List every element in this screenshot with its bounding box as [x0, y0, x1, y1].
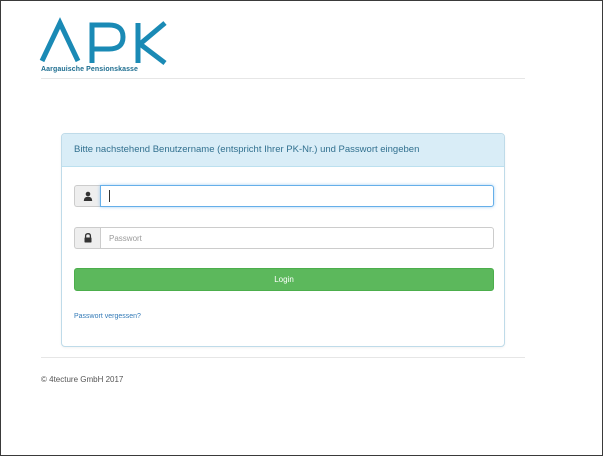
- username-field[interactable]: [100, 185, 494, 207]
- user-icon: [74, 185, 100, 207]
- login-button[interactable]: Login: [74, 268, 494, 291]
- password-group: [74, 227, 494, 249]
- login-panel: Bitte nachstehend Benutzername (entspric…: [61, 133, 505, 347]
- panel-heading: Bitte nachstehend Benutzername (entspric…: [62, 134, 504, 167]
- copyright-text: © 4tecture GmbH 2017: [41, 375, 124, 384]
- text-cursor: [109, 190, 110, 202]
- header-divider: [41, 78, 525, 79]
- brand-name: Aargauische Pensionskasse: [41, 66, 139, 73]
- username-group: [74, 185, 494, 207]
- browser-frame: Aargauische Pensionskasse Bitte nachsteh…: [0, 0, 603, 456]
- lock-icon: [74, 227, 100, 249]
- password-field[interactable]: [100, 227, 494, 249]
- apk-logo: [39, 15, 179, 85]
- forgot-password-link[interactable]: Passwort vergessen?: [74, 313, 141, 320]
- footer-divider: [41, 357, 525, 358]
